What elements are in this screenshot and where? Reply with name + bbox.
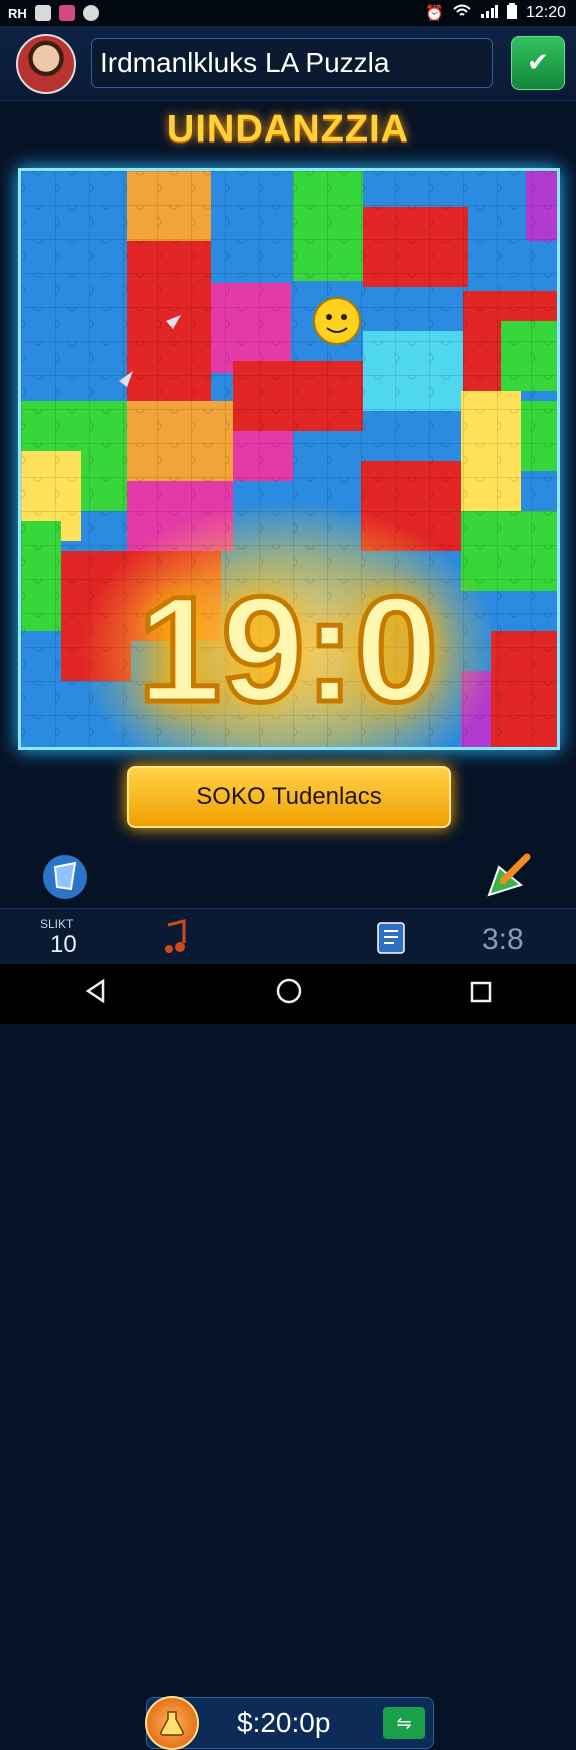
stat-value: 10 [50, 931, 77, 958]
status-bar: RH ⏰ 12:20 [0, 0, 576, 26]
avatar[interactable] [16, 34, 76, 94]
music-note-icon[interactable] [160, 919, 192, 963]
title-box: Irdmanlkluks LA Puzzla [91, 38, 493, 88]
game-name: Irdmanlkluks LA Puzzla [100, 47, 390, 78]
battery-icon [506, 3, 517, 23]
swap-icon: ⇋ [396, 1712, 412, 1734]
stat-label: SLIKT [40, 917, 74, 931]
app-icon [58, 5, 75, 21]
bucket-icon[interactable] [36, 846, 94, 904]
wifi-icon [453, 4, 471, 22]
action-button[interactable]: SOKO Tudenlacs [127, 766, 451, 828]
game-title: UINDANZZIA [166, 108, 410, 150]
alarm-icon: ⏰ [425, 4, 444, 22]
score-display: 19:0 [135, 565, 440, 733]
stat-right-value: 3:8 [482, 923, 524, 956]
check-icon: ✔ [527, 48, 549, 78]
chat-icon [82, 5, 99, 21]
recents-nav-button[interactable] [469, 978, 493, 1011]
pencil-arrow-icon[interactable] [480, 846, 538, 904]
header: Irdmanlkluks LA Puzzla ✔ [0, 26, 576, 101]
status-left-text: RH [8, 5, 27, 21]
photo-icon [34, 5, 51, 21]
notebook-icon[interactable] [374, 919, 408, 965]
back-nav-button[interactable] [83, 978, 109, 1011]
system-nav-bar [0, 964, 576, 1024]
bottom-stats-bar: SLIKT 10 3:8 [0, 908, 576, 965]
coin-value: $:20:0p [237, 1707, 331, 1738]
signal-icon [480, 4, 498, 22]
potion-icon[interactable] [145, 1696, 199, 1750]
sun-character-icon [313, 297, 361, 345]
status-time: 12:20 [525, 4, 566, 21]
swap-button[interactable]: ⇋ [383, 1707, 425, 1739]
tool-row: $:20:0p ⇋ [0, 846, 576, 1750]
confirm-button[interactable]: ✔ [511, 36, 565, 90]
home-nav-button[interactable] [276, 978, 302, 1011]
coin-bar: $:20:0p ⇋ [145, 1696, 434, 1750]
